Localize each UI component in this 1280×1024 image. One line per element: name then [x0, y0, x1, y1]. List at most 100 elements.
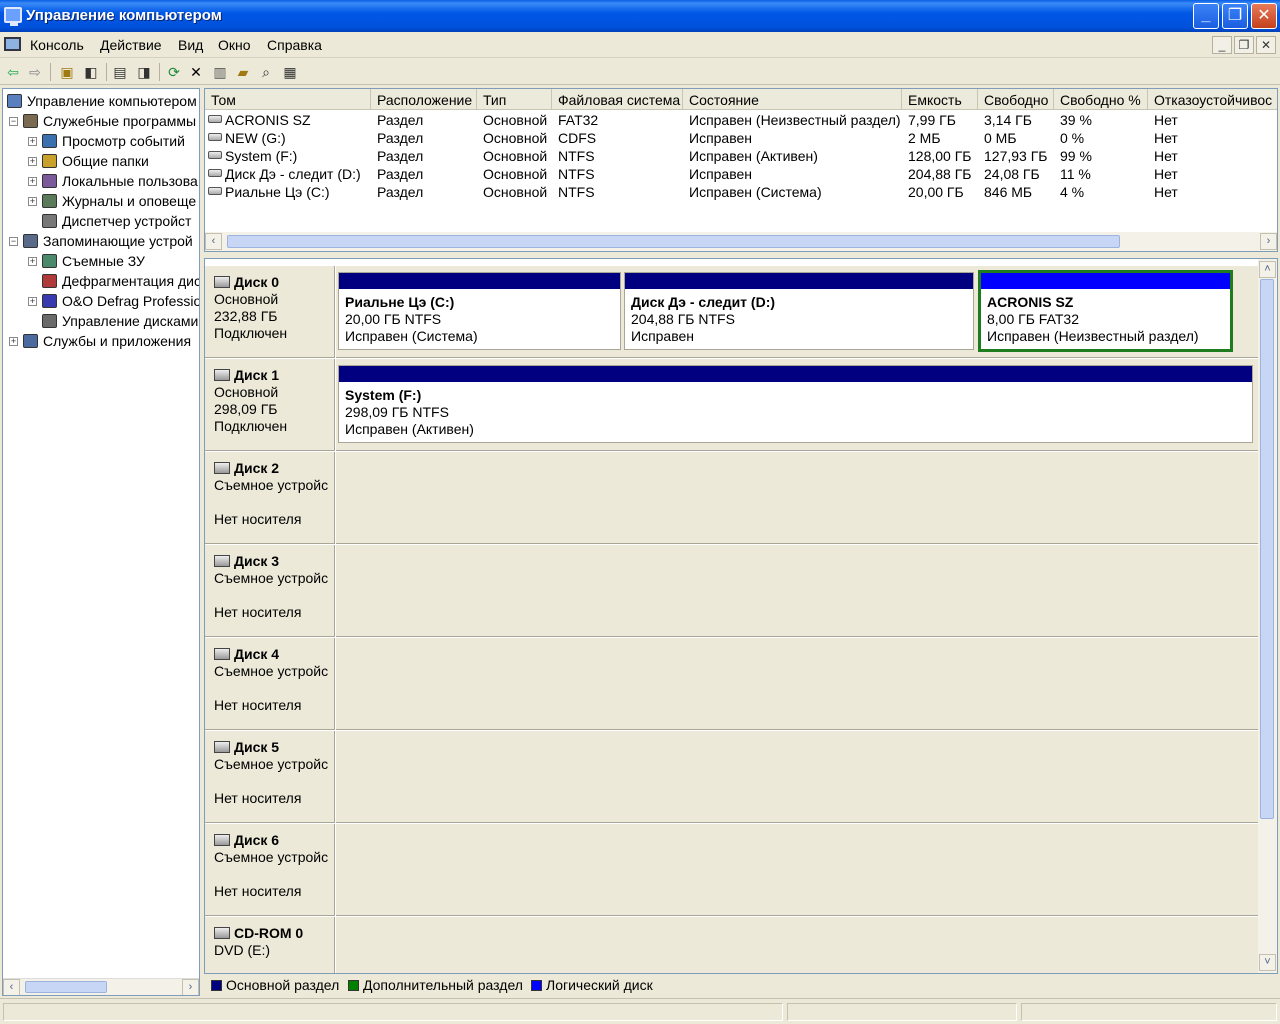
disk-label-6[interactable]: Диск 6 Съемное устройс Нет носителя	[205, 824, 335, 916]
table-cell: Раздел	[377, 112, 424, 128]
column-header-6[interactable]: Свободно	[978, 89, 1054, 110]
console-icon[interactable]	[4, 37, 21, 51]
disk-info: Основной	[214, 291, 279, 307]
volume-list-horizontal-scrollbar[interactable]: ‹ ›	[205, 232, 1277, 251]
disk-label-7[interactable]: CD-ROM 0 DVD (E:)	[205, 917, 335, 973]
tree-item-1[interactable]: − Служебные программы	[3, 111, 199, 131]
scroll-left-icon[interactable]: ‹	[3, 979, 20, 995]
expand-icon[interactable]: +	[9, 337, 18, 346]
open-folder-icon[interactable]: ▰	[234, 63, 252, 81]
partition-block[interactable]: Диск Дэ - следит (D:) 204,88 ГБ NTFS Испра…	[624, 272, 974, 350]
disk-label-4[interactable]: Диск 4 Съемное устройс Нет носителя	[205, 638, 335, 730]
disk-properties-icon[interactable]: ▥	[211, 63, 229, 81]
expand-icon[interactable]: +	[28, 137, 37, 146]
tree-item-4[interactable]: + Локальные пользова	[3, 171, 199, 191]
delete-icon[interactable]: ✕	[187, 63, 205, 81]
tree-item-0[interactable]: Управление компьютером	[3, 91, 199, 111]
table-row[interactable]: Риальне Цэ (C:) Раздел Основной NTFS Исправе…	[205, 183, 1277, 201]
disk-label-1[interactable]: Диск 1 Основной 298,09 ГБ Подключен	[205, 359, 335, 451]
table-cell: Нет	[1154, 148, 1178, 164]
table-row[interactable]: System (F:) Раздел Основной NTFS Исправен (А…	[205, 147, 1277, 165]
close-button[interactable]: ✕	[1251, 3, 1277, 29]
title-bar[interactable]: Управление компьютером _ ❐ ✕	[0, 0, 1280, 32]
scroll-right-icon[interactable]: ›	[1260, 233, 1277, 250]
column-header-4[interactable]: Состояние	[683, 89, 902, 110]
expand-icon[interactable]: +	[28, 157, 37, 166]
tree-item-6[interactable]: Диспетчер устройст	[3, 211, 199, 231]
column-header-1[interactable]: Расположение	[371, 89, 477, 110]
up-folder-icon[interactable]: ▣	[58, 63, 76, 81]
menu-help[interactable]: Справка	[267, 37, 322, 53]
expand-icon[interactable]: +	[28, 197, 37, 206]
table-cell: FAT32	[558, 112, 599, 128]
expand-icon[interactable]: +	[28, 257, 37, 266]
partition-text: Диск Дэ - следит (D:) 204,88 ГБ NTFS Испра…	[631, 294, 775, 345]
tree-item-7[interactable]: − Запоминающие устрой	[3, 231, 199, 251]
tree-item-10[interactable]: + O&O Defrag Professio	[3, 291, 199, 311]
partition-block[interactable]: ACRONIS SZ 8,00 ГБ FAT32 Исправен (Неизвес…	[978, 270, 1233, 352]
cd-rom-icon	[214, 927, 230, 939]
column-header-7[interactable]: Свободно %	[1054, 89, 1148, 110]
menu-console[interactable]: Консоль	[30, 37, 84, 53]
tree-horizontal-scrollbar[interactable]: ‹ ›	[3, 978, 199, 995]
hard-disk-icon	[214, 741, 230, 753]
menu-window[interactable]: Окно	[218, 37, 251, 53]
disk-label-5[interactable]: Диск 5 Съемное устройс Нет носителя	[205, 731, 335, 823]
disk-area-7	[336, 917, 1258, 973]
disk-label-2[interactable]: Диск 2 Съемное устройс Нет носителя	[205, 452, 335, 544]
tree-item-9[interactable]: Дефрагментация дис	[3, 271, 199, 291]
child-restore-button[interactable]: ❐	[1234, 36, 1254, 54]
child-minimize-button[interactable]: _	[1212, 36, 1232, 54]
scroll-right-icon[interactable]: ›	[182, 979, 199, 995]
status-bar	[0, 998, 1280, 1024]
table-row[interactable]: Диск Дэ - следит (D:) Раздел Основной NTFS И…	[205, 165, 1277, 183]
expand-icon[interactable]: +	[28, 177, 37, 186]
maximize-button[interactable]: ❐	[1222, 3, 1248, 29]
collapse-icon[interactable]: −	[9, 117, 18, 126]
disk-label-3[interactable]: Диск 3 Съемное устройс Нет носителя	[205, 545, 335, 637]
properties-icon[interactable]: ▤	[111, 63, 129, 81]
partition-name: Диск Дэ - следит (D:)	[631, 294, 776, 310]
disk-label-0[interactable]: Диск 0 Основной 232,88 ГБ Подключен	[205, 266, 335, 358]
partition-block[interactable]: System (F:) 298,09 ГБ NTFS Исправен (Актив…	[338, 365, 1253, 443]
menu-action[interactable]: Действие	[100, 37, 162, 53]
column-header-2[interactable]: Тип	[477, 89, 552, 110]
menu-view[interactable]: Вид	[178, 37, 203, 53]
partition-block[interactable]: Риальне Цэ (C:) 20,00 ГБ NTFS Исправен (Си…	[338, 272, 621, 350]
scroll-left-icon[interactable]: ‹	[205, 233, 222, 250]
disk-map-vertical-scrollbar[interactable]: ˄ ˅	[1258, 259, 1277, 973]
tree-item-2[interactable]: + Просмотр событий	[3, 131, 199, 151]
scroll-down-icon[interactable]: ˅	[1259, 954, 1276, 971]
forward-arrow-icon[interactable]: ⇨	[26, 63, 44, 81]
tree-item-12[interactable]: + Службы и приложения	[3, 331, 199, 351]
settings-icon[interactable]: ▦	[281, 63, 299, 81]
tree-item-11[interactable]: Управление дисками	[3, 311, 199, 331]
child-close-button[interactable]: ✕	[1256, 36, 1276, 54]
tree-item-3[interactable]: + Общие папки	[3, 151, 199, 171]
table-row[interactable]: NEW (G:) Раздел Основной CDFS Исправен 2 МБ 0 …	[205, 129, 1277, 147]
search-icon[interactable]: ⌕	[257, 63, 275, 81]
tree-item-label: Управление дисками	[62, 313, 199, 329]
column-header-5[interactable]: Емкость	[902, 89, 978, 110]
help-icon[interactable]: ◨	[135, 63, 153, 81]
tree-item-5[interactable]: + Журналы и оповеще	[3, 191, 199, 211]
scroll-thumb[interactable]	[227, 235, 1120, 248]
column-header-0[interactable]: Том	[205, 89, 371, 110]
cd-drive-icon	[208, 133, 222, 141]
hard-disk-icon	[214, 555, 230, 567]
expand-icon[interactable]: +	[28, 297, 37, 306]
table-row[interactable]: ACRONIS SZ Раздел Основной FAT32 Исправен (Н…	[205, 111, 1277, 129]
back-arrow-icon[interactable]: ⇦	[4, 63, 22, 81]
minimize-button[interactable]: _	[1193, 3, 1219, 29]
column-header-8[interactable]: Отказоустойчивос	[1148, 89, 1277, 110]
scroll-thumb[interactable]	[25, 981, 107, 993]
show-hide-tree-icon[interactable]: ◧	[82, 63, 100, 81]
scroll-thumb[interactable]	[1260, 279, 1274, 819]
collapse-icon[interactable]: −	[9, 237, 18, 246]
column-header-3[interactable]: Файловая система	[552, 89, 683, 110]
computer-management-icon[interactable]	[4, 7, 22, 26]
tree-item-8[interactable]: + Съемные ЗУ	[3, 251, 199, 271]
legend-swatch	[211, 980, 222, 991]
refresh-icon[interactable]: ⟳	[165, 63, 183, 81]
scroll-up-icon[interactable]: ˄	[1259, 261, 1276, 278]
